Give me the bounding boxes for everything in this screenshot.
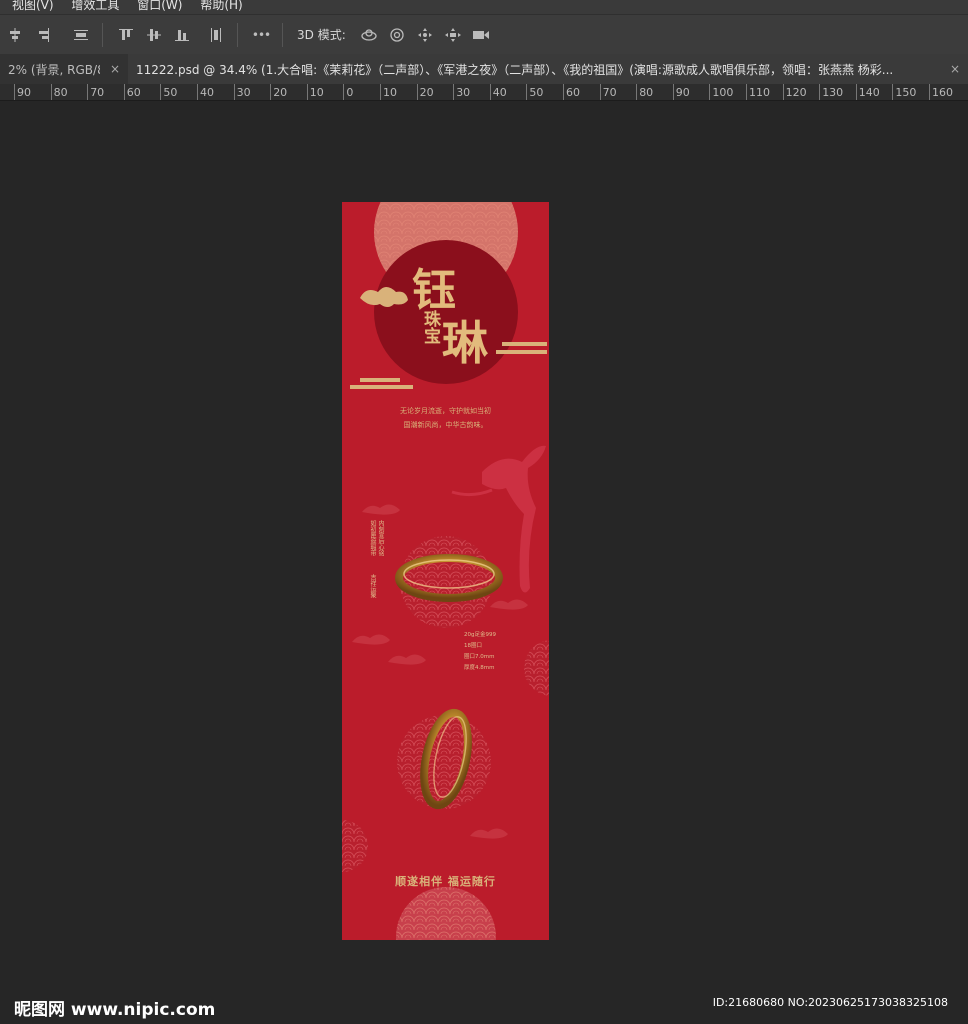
nipic-watermark: 昵图网 www.nipic.com — [14, 1000, 216, 1020]
poster-document[interactable]: 钰 琳 珠宝 无论岁月流逝，守护就如当初 国潮新风尚，中华古韵味。 内刻宣后心铭… — [342, 202, 549, 940]
3d-orbit-icon[interactable] — [356, 22, 382, 48]
vertical-text: 如初匣遮瑕带 — [369, 520, 376, 556]
ruler-tick: 60 — [123, 84, 141, 100]
3d-pan-icon[interactable] — [412, 22, 438, 48]
separator — [237, 22, 238, 47]
image-id-watermark: ID:21680680 NO:20230625173038325108 — [712, 996, 948, 1009]
gold-bar — [350, 385, 413, 389]
poster-tagline: 顺遂相伴 福运随行 — [395, 875, 496, 888]
align-center-icon[interactable] — [2, 22, 28, 48]
ruler-tick: 30 — [453, 84, 470, 100]
vertical-text: 内刻宣后心铭 — [377, 520, 384, 556]
spec-line: 圈口7.0mm — [464, 654, 495, 660]
faint-cloud — [470, 828, 508, 839]
ruler-tick: 10 — [380, 84, 397, 100]
horizontal-ruler[interactable]: 90 80 70 60 50 40 30 20 10 0 10 20 30 40 50 60 70 80 90 100… — [0, 84, 968, 101]
ruler-tick: 10 — [306, 84, 324, 100]
faint-cloud — [490, 599, 528, 610]
ruler-tick: 50 — [526, 84, 543, 100]
ruler-tick: 30 — [233, 84, 251, 100]
faint-cloud — [362, 504, 400, 515]
ruler-tick: 50 — [160, 84, 177, 100]
faint-cloud — [388, 654, 426, 665]
tab-title: 11222.psd @ 34.4% (1.大合唱:《茉莉花》（二声部）、《军港之… — [136, 62, 894, 77]
ruler-tick: 0 — [343, 84, 353, 100]
distribute-vertical-icon[interactable] — [68, 22, 94, 48]
menu-window[interactable]: 窗口(W) — [137, 0, 182, 11]
spec-line: 厚度4.8mm — [464, 665, 495, 671]
separator — [102, 22, 103, 47]
ruler-tick: 90 — [14, 84, 31, 100]
close-icon[interactable]: × — [110, 62, 120, 76]
gold-bar — [496, 350, 547, 354]
brand-subtitle: 珠宝 — [420, 310, 440, 344]
faint-cloud — [352, 634, 390, 645]
ruler-tick: 70 — [87, 84, 104, 100]
ruler-tick: 120 — [782, 84, 807, 100]
separator — [282, 22, 283, 47]
ruler-tick: 130 — [819, 84, 843, 100]
options-bar: ••• 3D 模式: — [0, 14, 968, 54]
align-middle-icon[interactable] — [141, 22, 167, 48]
close-icon[interactable]: × — [950, 62, 960, 76]
align-bottom-icon[interactable] — [169, 22, 195, 48]
3d-roll-icon[interactable] — [384, 22, 410, 48]
vertical-text: 吉祥运聚 — [369, 574, 376, 598]
ruler-tick: 90 — [672, 84, 690, 100]
gold-bar — [360, 378, 400, 382]
tab-11222-psd[interactable]: 11222.psd @ 34.4% (1.大合唱:《茉莉花》（二声部）、《军港之… — [128, 54, 968, 84]
ruler-tick: 110 — [746, 84, 770, 100]
tab-title: 2% (背景, RGB/8... — [8, 62, 100, 77]
ruler-tick: 80 — [50, 84, 68, 100]
3d-camera-icon[interactable] — [468, 22, 494, 48]
ruler-tick: 100 — [709, 84, 733, 100]
ruler-tick: 160 — [929, 84, 953, 100]
ruler-tick: 70 — [599, 84, 617, 100]
ruler-tick: 60 — [563, 84, 580, 100]
align-top-icon[interactable] — [113, 22, 139, 48]
spec-line: 20g足金999 — [464, 632, 496, 638]
gold-bar — [502, 342, 547, 346]
menu-bar: 视图(V) 增效工具 窗口(W) 帮助(H) — [0, 0, 968, 14]
ruler-tick: 20 — [270, 84, 287, 100]
document-tab-bar: 2% (背景, RGB/8... × 11222.psd @ 34.4% (1.… — [0, 54, 968, 84]
ruler-tick: 20 — [416, 84, 434, 100]
brand-char-2: 琳 — [442, 316, 488, 370]
menu-view[interactable]: 视图(V) — [12, 0, 54, 11]
align-right-icon[interactable] — [30, 22, 56, 48]
more-options-icon[interactable]: ••• — [248, 22, 274, 48]
distribute-horizontal-icon[interactable] — [203, 22, 229, 48]
spec-line: 18圈口 — [464, 643, 482, 649]
menu-plugins[interactable]: 增效工具 — [71, 0, 119, 11]
ruler-tick: 150 — [892, 84, 916, 100]
ruler-tick: 40 — [197, 84, 214, 100]
intro-line-2: 国潮新风尚，中华古韵味。 — [403, 421, 488, 429]
ruler-tick: 140 — [855, 84, 880, 100]
ruler-tick: 40 — [489, 84, 507, 100]
tab-background-doc[interactable]: 2% (背景, RGB/8... × — [0, 54, 128, 84]
3d-slide-icon[interactable] — [440, 22, 466, 48]
3d-mode-label: 3D 模式: — [297, 28, 346, 42]
ruler-tick: 80 — [636, 84, 653, 100]
intro-line-1: 无论岁月流逝，守护就如当初 — [400, 407, 491, 415]
menu-help[interactable]: 帮助(H) — [200, 0, 242, 11]
